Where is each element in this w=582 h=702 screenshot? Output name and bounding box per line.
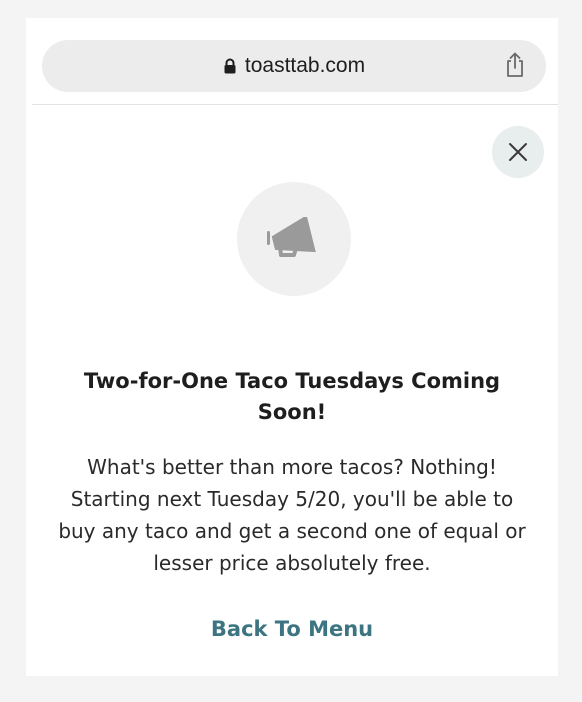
close-icon <box>509 143 527 161</box>
share-icon[interactable] <box>504 52 526 78</box>
hero-icon-circle <box>237 182 351 296</box>
modal-card: toasttab.com Two-for-One Taco Tuesdays C… <box>26 18 558 676</box>
browser-url-bar[interactable]: toasttab.com <box>42 40 546 92</box>
lock-icon <box>224 58 236 74</box>
modal-title: Two-for-One Taco Tuesdays Coming Soon! <box>83 369 501 424</box>
header-divider <box>32 104 558 105</box>
url-text: toasttab.com <box>244 54 366 77</box>
megaphone-icon <box>267 217 316 257</box>
back-to-menu-button[interactable]: Back To Menu <box>166 614 418 644</box>
close-button[interactable] <box>492 126 544 178</box>
url-display[interactable]: toasttab.com <box>42 40 546 92</box>
modal-body: What's better than more tacos? Nothing! … <box>58 455 526 575</box>
